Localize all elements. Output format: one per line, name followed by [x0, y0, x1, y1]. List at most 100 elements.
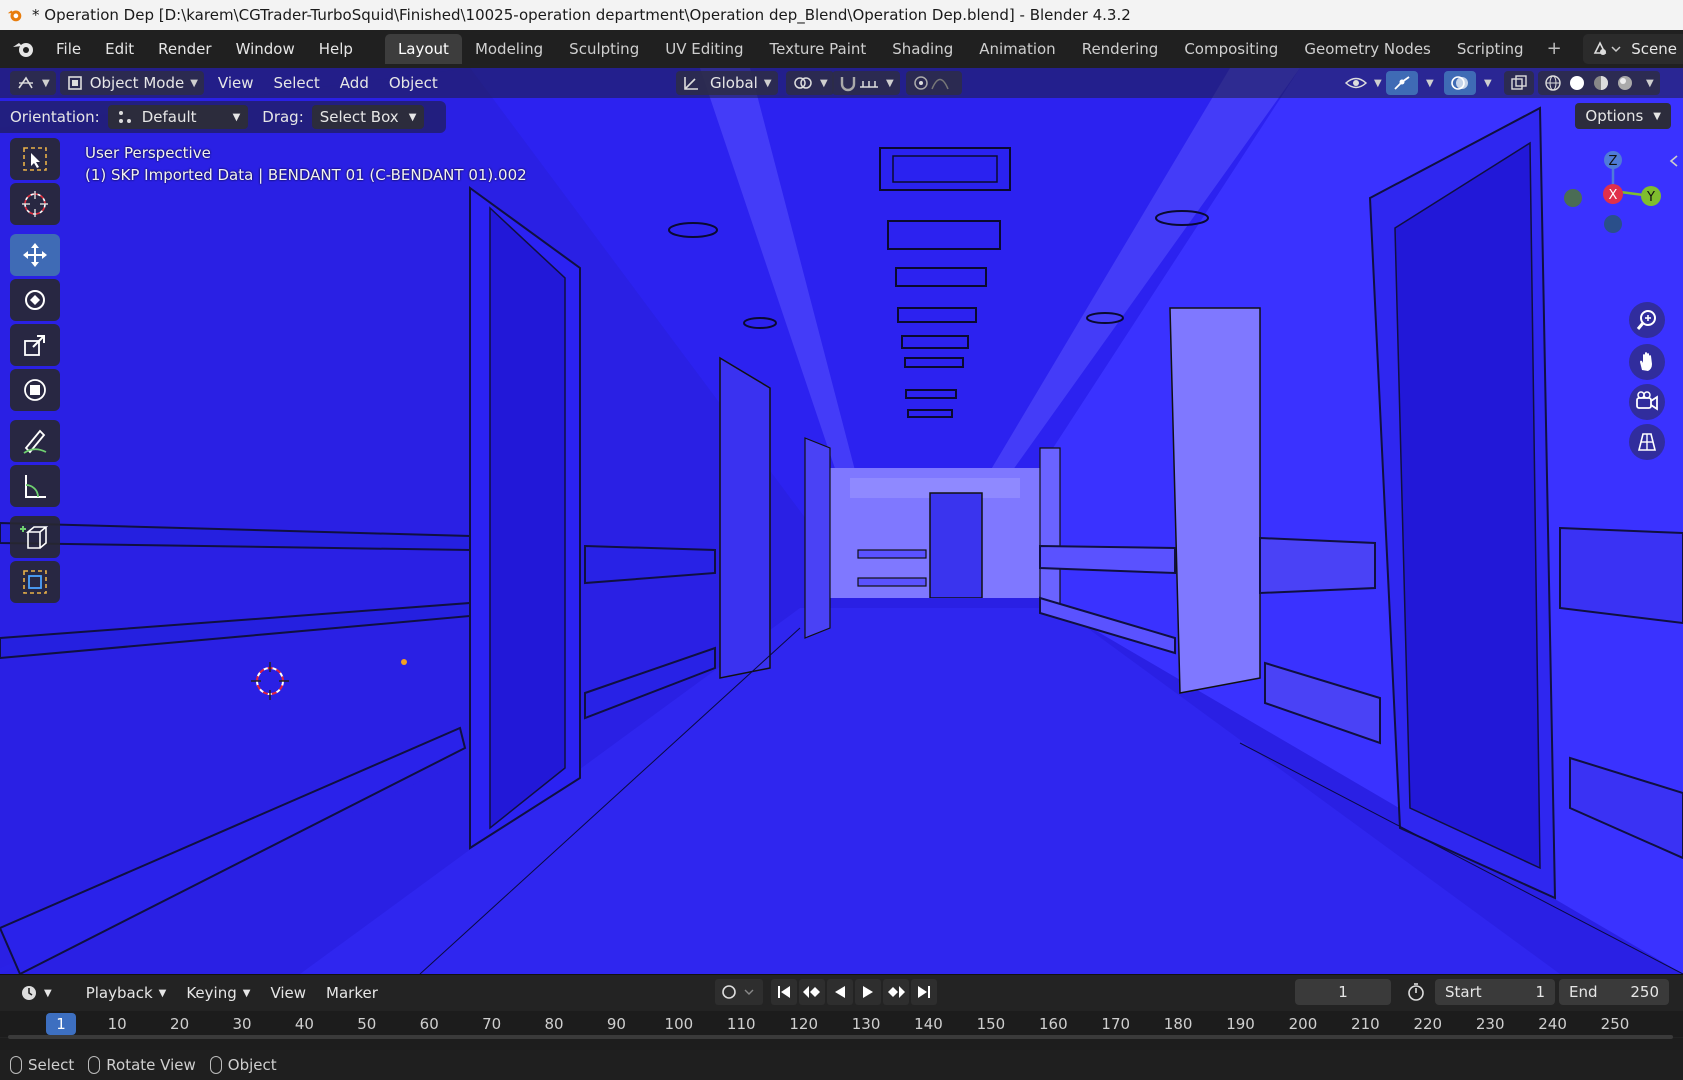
active-object-text: (1) SKP Imported Data | BENDANT 01 (C-BE… [85, 166, 527, 184]
playback-menu[interactable]: Playback ▼ [76, 984, 177, 1002]
visibility-dropdown[interactable]: ▼ [1338, 71, 1388, 95]
scene-selector[interactable]: Scene [1583, 34, 1683, 64]
menu-file[interactable]: File [44, 35, 93, 63]
current-frame-field[interactable]: 1 [1295, 979, 1391, 1005]
menu-render[interactable]: Render [146, 35, 223, 63]
timeline-editor-type[interactable]: ▼ [10, 984, 62, 1002]
pivot-point-dropdown[interactable]: ▼ [786, 71, 834, 95]
rendered-shading-icon[interactable] [1616, 74, 1634, 92]
transform-orientation-dropdown[interactable]: Global ▼ [676, 71, 778, 95]
menu-add[interactable]: Add [330, 74, 379, 92]
falloff-icon [931, 78, 949, 90]
current-frame-indicator[interactable]: 1 [46, 1013, 76, 1035]
start-frame-field[interactable]: Start 1 [1435, 979, 1555, 1005]
measure-icon [25, 475, 46, 498]
tab-animation[interactable]: Animation [966, 34, 1068, 64]
orientation-dropdown[interactable]: Default ▼ [107, 105, 249, 129]
snap-dropdown[interactable]: ▼ [832, 71, 900, 95]
drag-label: Drag: [262, 108, 304, 126]
keying-menu[interactable]: Keying ▼ [176, 984, 260, 1002]
tab-shading[interactable]: Shading [879, 34, 966, 64]
zoom-view-button[interactable] [1629, 302, 1665, 338]
end-frame-field[interactable]: End 250 [1559, 979, 1669, 1005]
add-cube-tool[interactable] [10, 516, 60, 558]
camera-view-button[interactable] [1629, 384, 1665, 420]
chevron-down-icon: ▼ [232, 111, 241, 123]
ortho-toggle-button[interactable] [1629, 424, 1665, 460]
select-region-tool[interactable] [10, 561, 60, 603]
solid-shading-icon[interactable] [1568, 74, 1586, 92]
transform-tool[interactable] [10, 369, 60, 411]
gizmo-dropdown[interactable]: ▼ [1414, 71, 1440, 95]
menu-edit[interactable]: Edit [93, 35, 146, 63]
chevron-down-icon: ▼ [820, 77, 828, 89]
magnet-icon [840, 77, 856, 92]
axis-x-label: X [1609, 188, 1618, 203]
drag-dropdown[interactable]: Select Box ▼ [311, 105, 425, 129]
tab-uv-editing[interactable]: UV Editing [652, 34, 756, 64]
xray-toggle[interactable] [1504, 71, 1534, 95]
measure-tool[interactable] [10, 465, 60, 507]
tab-scripting[interactable]: Scripting [1444, 34, 1537, 64]
add-workspace-button[interactable]: + [1537, 34, 1572, 64]
editor-type-button[interactable]: ▼ [10, 71, 56, 95]
axis-gizmo[interactable]: Z Y X [1543, 136, 1683, 246]
tab-texture-paint[interactable]: Texture Paint [756, 34, 879, 64]
tab-compositing[interactable]: Compositing [1171, 34, 1291, 64]
blender-menu-icon[interactable] [10, 35, 38, 63]
window-titlebar: * Operation Dep [D:\karem\CGTrader-Turbo… [0, 0, 1683, 30]
tab-rendering[interactable]: Rendering [1069, 34, 1172, 64]
play-reverse-button[interactable] [827, 979, 853, 1005]
menu-object[interactable]: Object [379, 74, 448, 92]
frame-tick-label: 30 [232, 1015, 252, 1033]
add-cube-icon [20, 526, 49, 549]
next-keyframe-button[interactable] [883, 979, 909, 1005]
rotate-tool[interactable] [10, 279, 60, 321]
menu-window[interactable]: Window [224, 35, 307, 63]
frame-tick-label: 20 [170, 1015, 190, 1033]
marker-menu[interactable]: Marker [316, 984, 388, 1002]
chevron-down-icon: ▼ [1426, 77, 1434, 89]
play-button[interactable] [855, 979, 881, 1005]
sidebar-toggle-icon[interactable] [1669, 154, 1679, 168]
grid-icon [1637, 433, 1657, 451]
wireframe-shading-icon[interactable] [1544, 74, 1562, 92]
move-tool[interactable] [10, 234, 60, 276]
menu-help[interactable]: Help [307, 35, 365, 63]
select-box-tool[interactable] [10, 138, 60, 180]
jump-end-button[interactable] [911, 979, 937, 1005]
material-shading-icon[interactable] [1592, 74, 1610, 92]
overlays-dropdown[interactable]: ▼ [1472, 71, 1498, 95]
status-bar: Select Rotate View Object [0, 1050, 1683, 1080]
3d-viewport[interactable]: ▼ Object Mode ▼ View Select Add Object G… [0, 68, 1683, 974]
frame-tick-label: 90 [606, 1015, 626, 1033]
menu-select[interactable]: Select [264, 74, 330, 92]
jump-start-button[interactable] [771, 979, 797, 1005]
options-button[interactable]: Options ▼ [1575, 103, 1671, 129]
zoom-icon [1636, 310, 1656, 330]
pan-view-button[interactable] [1629, 344, 1665, 380]
tab-geometry-nodes[interactable]: Geometry Nodes [1291, 34, 1444, 64]
axis-z-label: Z [1609, 154, 1618, 169]
timeline-scrollbar[interactable] [8, 1035, 1673, 1039]
frame-ruler[interactable]: 1 10 20 30 40 50 60 70 80 90 100 110 120 130 140 150 16… [0, 1011, 1683, 1037]
tab-modeling[interactable]: Modeling [462, 34, 556, 64]
object-mode-dropdown[interactable]: Object Mode ▼ [59, 71, 204, 95]
tab-sculpting[interactable]: Sculpting [556, 34, 652, 64]
auto-keying-button[interactable] [715, 979, 763, 1005]
proportional-edit-button[interactable] [906, 71, 962, 95]
stopwatch-icon[interactable] [1401, 979, 1431, 1005]
scale-tool[interactable] [10, 324, 60, 366]
cursor-tool[interactable] [10, 183, 60, 225]
object-mode-icon [67, 76, 82, 90]
shading-modes[interactable]: ▼ [1538, 71, 1660, 95]
gizmo-icon [1394, 76, 1410, 90]
annotate-tool[interactable] [10, 420, 60, 462]
camera-icon [1636, 391, 1658, 411]
menu-view[interactable]: View [208, 74, 264, 92]
timeline-view-menu[interactable]: View [260, 984, 316, 1002]
tab-layout[interactable]: Layout [384, 34, 462, 64]
xray-icon [1511, 75, 1527, 90]
prev-keyframe-button[interactable] [799, 979, 825, 1005]
chevron-down-icon: ▼ [1484, 77, 1492, 89]
